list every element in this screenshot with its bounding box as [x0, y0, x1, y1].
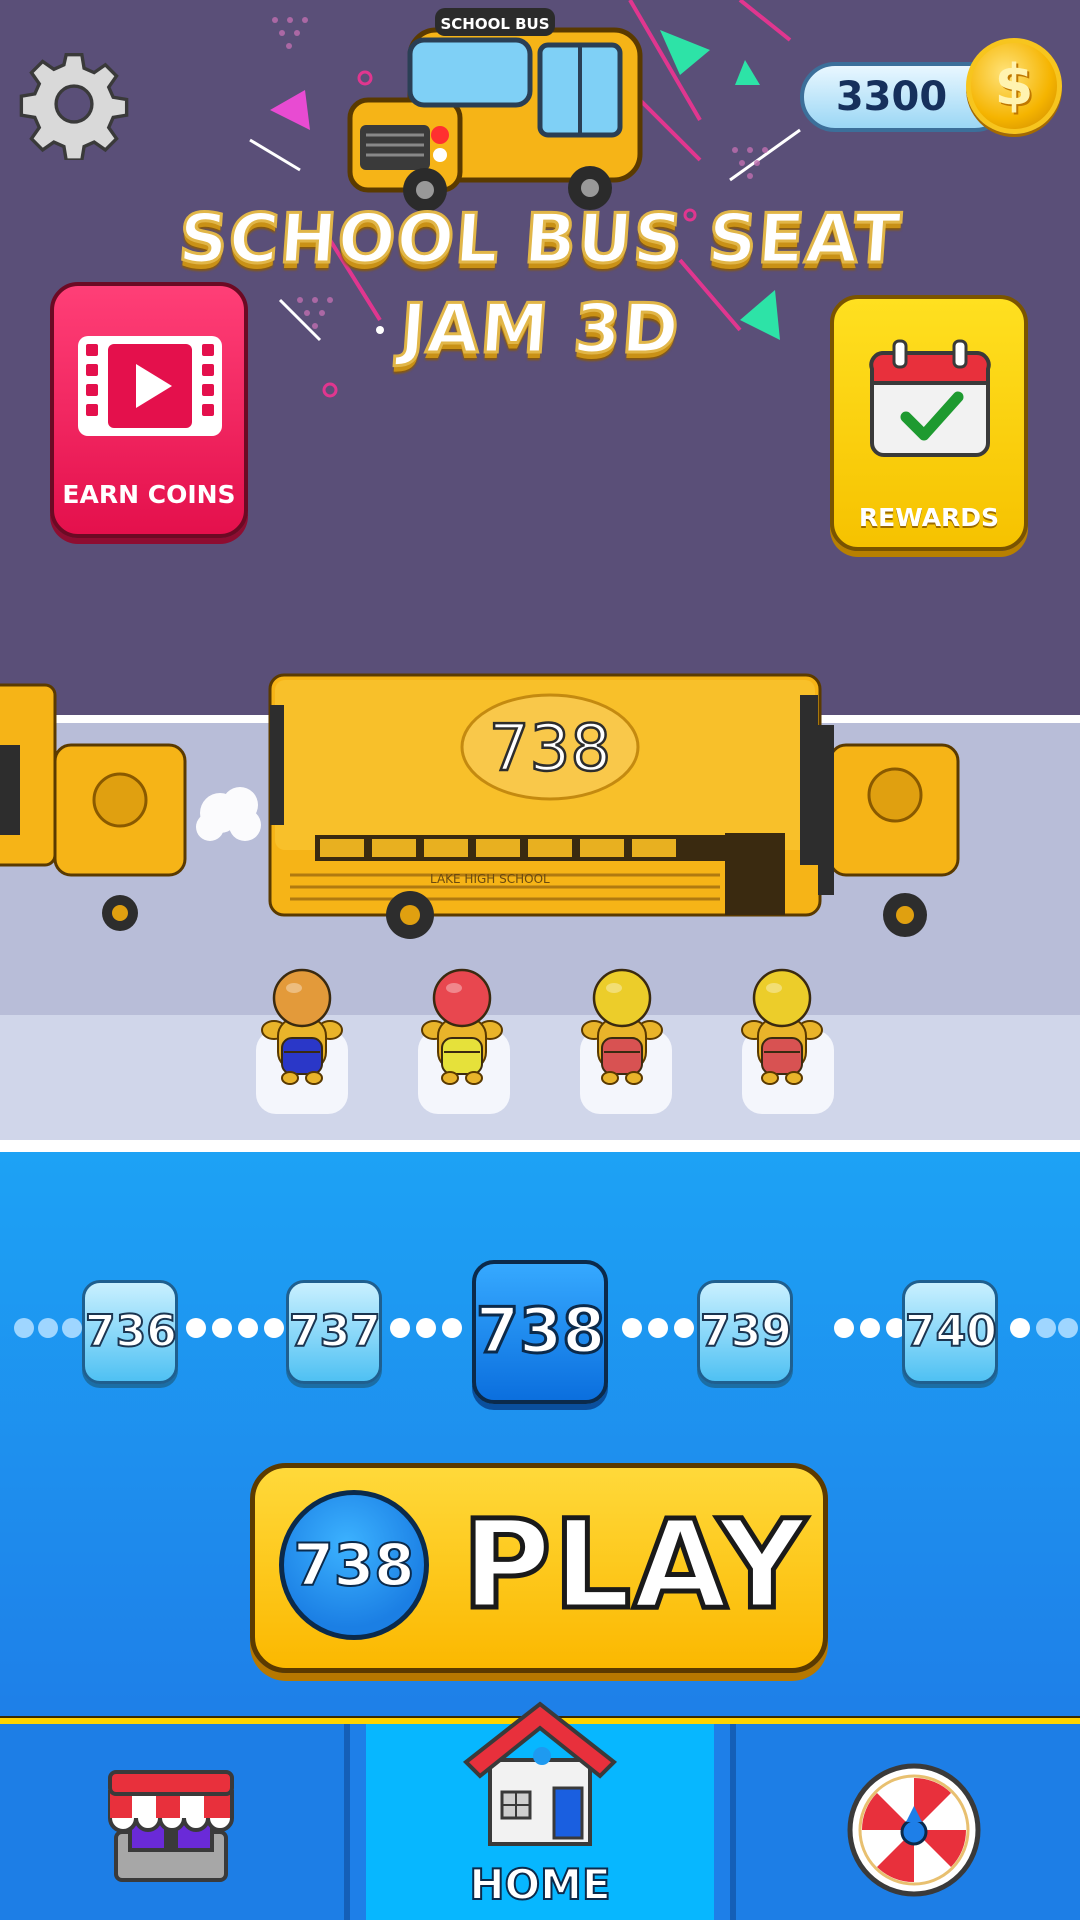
passenger-kid[interactable] [252, 968, 352, 1086]
home-house-icon [462, 1701, 618, 1846]
exhaust-smoke [196, 787, 261, 841]
nav-tab-shop[interactable] [0, 1724, 350, 1920]
path-dot [442, 1318, 462, 1338]
left-bus [0, 683, 187, 931]
path-dot [14, 1318, 34, 1338]
settings-gear-icon[interactable] [18, 48, 130, 160]
path-dot [390, 1318, 410, 1338]
play-level-number: 738 [292, 1530, 415, 1600]
path-dot [62, 1318, 82, 1338]
level-node[interactable]: 739 [697, 1280, 793, 1384]
logo-bus-sign: SCHOOL BUS [440, 15, 549, 33]
path-dot [1010, 1318, 1030, 1338]
video-film-icon [78, 336, 222, 436]
path-dot [834, 1318, 854, 1338]
level-number: 737 [288, 1305, 382, 1358]
path-dot [186, 1318, 206, 1338]
game-title-line1: SCHOOL BUS SEAT [175, 199, 906, 281]
path-dot [1036, 1318, 1056, 1338]
sidewalk [0, 1015, 1080, 1140]
level-node[interactable]: 736 [82, 1280, 178, 1384]
path-dot [860, 1318, 880, 1338]
path-dot [38, 1318, 58, 1338]
rewards-label: REWARDS [858, 503, 1000, 532]
level-node-current[interactable]: 738 [472, 1260, 608, 1404]
path-dot [1058, 1318, 1078, 1338]
spin-wheel-icon [847, 1763, 981, 1897]
path-dot [622, 1318, 642, 1338]
path-dot [416, 1318, 436, 1338]
level-number: 738 [475, 1293, 607, 1369]
shop-stall-icon [108, 1770, 234, 1882]
path-dot [648, 1318, 668, 1338]
main-bus: 738 LAKE HIGH SCHOOL [268, 673, 822, 939]
passenger-kid[interactable] [412, 968, 512, 1086]
coin-icon: $ [966, 38, 1062, 134]
play-label: PLAY [459, 1492, 809, 1639]
play-button[interactable]: 738 PLAY [250, 1463, 828, 1673]
nav-home-label: HOME [468, 1859, 611, 1910]
bus-hood [818, 725, 960, 937]
path-dot [264, 1318, 284, 1338]
bus-number: 738 [489, 712, 611, 786]
bus-side-text: LAKE HIGH SCHOOL [430, 872, 550, 886]
level-node[interactable]: 737 [286, 1280, 382, 1384]
level-node[interactable]: 740 [902, 1280, 998, 1384]
earn-coins-label: EARN COINS [62, 480, 236, 509]
top-banner: 3300 $ SCHOOL BUS SCHOOL BUS SEAT JAM 3D [0, 0, 1080, 715]
divider-line [0, 1140, 1080, 1152]
coin-symbol: $ [994, 53, 1034, 118]
level-number: 740 [904, 1305, 998, 1358]
path-dot [674, 1318, 694, 1338]
logo-school-bus-icon: SCHOOL BUS [347, 8, 643, 212]
bus-road-scene: 738 LAKE HIGH SCHOOL [0, 673, 960, 939]
path-dot [238, 1318, 258, 1338]
coin-balance: 3300 [835, 74, 948, 120]
path-dot [212, 1318, 232, 1338]
level-number: 739 [699, 1305, 793, 1358]
passenger-kid[interactable] [732, 968, 832, 1086]
rewards-button[interactable]: REWARDS [830, 295, 1028, 551]
calendar-check-icon [869, 339, 991, 457]
nav-tab-spin[interactable] [730, 1724, 1080, 1920]
play-level-badge: 738 [279, 1490, 429, 1640]
earn-coins-button[interactable]: EARN COINS [50, 282, 248, 538]
passenger-kid[interactable] [572, 968, 672, 1086]
level-number: 736 [84, 1305, 178, 1358]
